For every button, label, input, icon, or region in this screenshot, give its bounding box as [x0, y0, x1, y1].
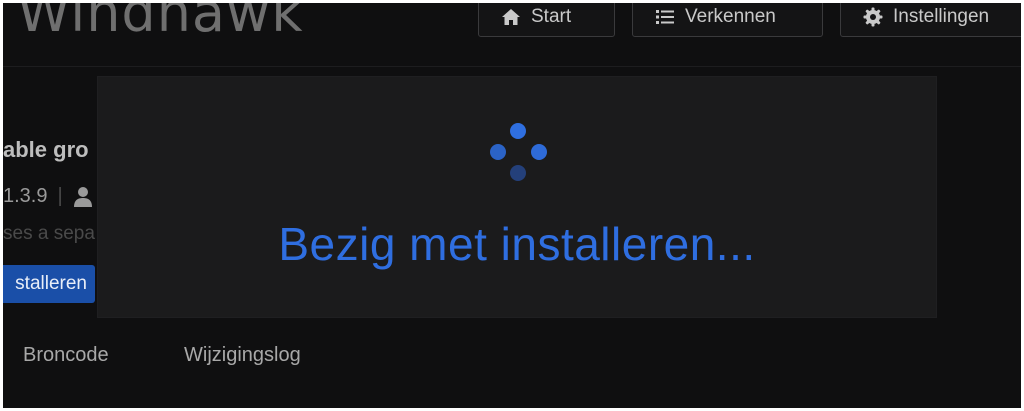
spinner-dot [531, 144, 547, 160]
spinner-dot [490, 144, 506, 160]
mod-version: 1.3.9 [3, 185, 48, 207]
user-icon [73, 186, 93, 208]
nav-settings-button[interactable]: Instellingen [840, 3, 1021, 37]
nav-settings-label: Instellingen [893, 6, 990, 27]
loading-spinner-icon [483, 121, 553, 191]
nav-explore-label: Verkennen [685, 6, 776, 27]
install-status-text: Bezig met installeren... [278, 218, 756, 270]
tab-changelog[interactable]: Wijzigingslog [184, 344, 301, 367]
install-button[interactable]: stalleren [3, 265, 95, 303]
nav-start-button[interactable]: Start [478, 3, 615, 37]
mod-title: able gro [3, 137, 89, 162]
header-divider [3, 66, 1021, 67]
app-window: Windhawk Start Verkennen Instellingen ab… [3, 3, 1021, 408]
home-icon [501, 7, 521, 27]
gear-icon [863, 7, 883, 27]
meta-separator: | [57, 185, 63, 207]
mod-meta: 1.3.9 | [3, 185, 93, 208]
list-icon [655, 7, 675, 27]
spinner-dot [510, 123, 526, 139]
mod-description: ses a sepa [3, 223, 95, 244]
nav-explore-button[interactable]: Verkennen [632, 3, 823, 37]
spinner-dot [510, 165, 526, 181]
nav-start-label: Start [531, 6, 572, 27]
tab-source[interactable]: Broncode [23, 344, 109, 367]
install-progress-dialog: Bezig met installeren... [98, 77, 936, 317]
app-title: Windhawk [17, 3, 304, 44]
